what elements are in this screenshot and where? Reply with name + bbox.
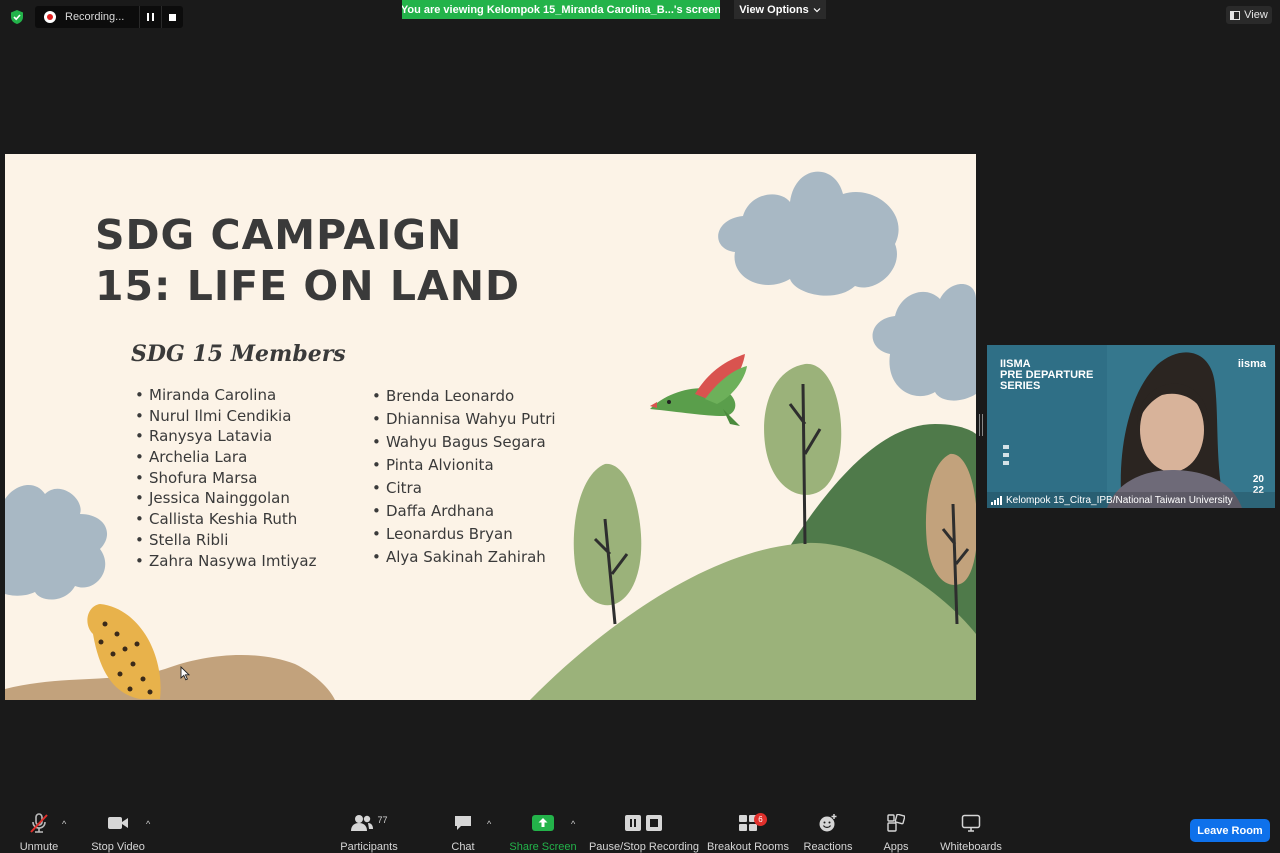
view-label: View — [1244, 9, 1268, 21]
stop-video-label: Stop Video — [91, 841, 145, 853]
connection-signal-icon — [991, 495, 1002, 505]
stop-icon — [169, 13, 176, 21]
meeting-toolbar: Unmute ^ Stop Video ^ 77 Participants Ch… — [0, 806, 1280, 853]
chat-bubble-icon — [453, 812, 473, 834]
share-screen-button[interactable]: Share Screen — [509, 806, 577, 853]
video-camera-icon — [107, 812, 129, 834]
brown-hill — [5, 654, 335, 700]
slide-title-line2: 15: LIFE ON LAND — [95, 262, 521, 310]
breakout-rooms-button[interactable]: 6 Breakout Rooms — [707, 806, 789, 853]
breakout-badge: 6 — [754, 813, 767, 826]
pause-recording-button[interactable] — [139, 6, 161, 28]
member-item: Dhiannisa Wahyu Putri — [372, 408, 556, 431]
layout-icon — [1230, 10, 1241, 20]
view-options-label: View Options — [739, 3, 809, 16]
member-item: Miranda Carolina — [135, 385, 316, 406]
stop-video-button[interactable]: Stop Video — [88, 806, 148, 853]
reactions-button[interactable]: Reactions — [803, 806, 853, 853]
chat-options-caret[interactable]: ^ — [487, 819, 491, 829]
members-list-right: Brenda Leonardo Dhiannisa Wahyu Putri Wa… — [372, 385, 556, 569]
participant-name: Kelompok 15_Citra_IPB/National Taiwan Un… — [1006, 494, 1233, 506]
cloud-top-right — [718, 171, 899, 296]
member-item: Ranysya Latavia — [135, 426, 316, 447]
apps-button[interactable]: Apps — [878, 806, 914, 853]
recording-label: Pause/Stop Recording — [588, 841, 700, 853]
whiteboards-label: Whiteboards — [940, 841, 1002, 853]
video-options-caret[interactable]: ^ — [146, 819, 150, 829]
video-title-line3: SERIES — [1000, 380, 1041, 392]
view-options-button[interactable]: View Options — [734, 0, 826, 19]
video-banner-title: IISMA PRE DEPARTURE SERIES — [1000, 359, 1093, 392]
chat-label: Chat — [451, 841, 475, 853]
shared-screen-slide: SDG CAMPAIGN 15: LIFE ON LAND SDG 15 Mem… — [5, 154, 976, 700]
slide-title-line1: SDG CAMPAIGN — [95, 211, 463, 259]
participants-button[interactable]: 77 Participants — [338, 806, 400, 853]
member-item: Callista Keshia Ruth — [135, 509, 316, 530]
member-item: Jessica Nainggolan — [135, 488, 316, 509]
recording-controls-icon — [624, 812, 664, 834]
panel-resize-handle[interactable] — [979, 414, 983, 436]
slide-title: SDG CAMPAIGN 15: LIFE ON LAND — [95, 210, 520, 312]
member-item: Pinta Alvionita — [372, 454, 556, 477]
member-item: Brenda Leonardo — [372, 385, 556, 408]
viewing-screen-banner: You are viewing Kelompok 15_Miranda Caro… — [402, 0, 720, 19]
share-screen-label: Share Screen — [509, 841, 577, 853]
audio-options-caret[interactable]: ^ — [62, 819, 66, 829]
participants-label: Participants — [340, 841, 398, 853]
share-screen-icon — [532, 812, 554, 834]
share-options-caret[interactable]: ^ — [571, 819, 575, 829]
unmute-button[interactable]: Unmute — [14, 806, 64, 853]
pause-icon — [147, 13, 154, 21]
member-item: Wahyu Bagus Segara — [372, 431, 556, 454]
zoom-meeting-window: Recording... You are viewing Kelompok 15… — [0, 0, 1280, 853]
whiteboards-button[interactable]: Whiteboards — [938, 806, 1004, 853]
whiteboard-icon — [961, 812, 981, 834]
member-item: Shofura Marsa — [135, 468, 316, 489]
mouse-cursor-icon — [180, 666, 190, 681]
chat-button[interactable]: Chat — [446, 806, 480, 853]
parrot-illustration — [650, 354, 747, 426]
member-item: Nurul Ilmi Cendikia — [135, 406, 316, 427]
cloud-left — [5, 484, 108, 600]
apps-label: Apps — [883, 841, 909, 853]
recording-status-text: Recording... — [65, 11, 125, 23]
member-item: Stella Ribli — [135, 530, 316, 551]
participants-icon: 77 — [350, 812, 388, 834]
member-item: Zahra Nasywa Imtiyaz — [135, 551, 316, 572]
breakout-label: Breakout Rooms — [707, 841, 789, 853]
reactions-label: Reactions — [803, 841, 853, 853]
member-item: Citra — [372, 477, 556, 500]
participant-name-label: Kelompok 15_Citra_IPB/National Taiwan Un… — [987, 492, 1275, 508]
recording-indicator: Recording... — [35, 6, 183, 28]
members-heading: SDG 15 Members — [131, 341, 346, 367]
security-shield-icon[interactable] — [9, 9, 25, 25]
cloud-right — [872, 284, 976, 401]
apps-icon — [887, 812, 905, 834]
chevron-down-icon — [813, 7, 821, 12]
breakout-rooms-icon: 6 — [738, 812, 767, 834]
member-item: Alya Sakinah Zahirah — [372, 546, 556, 569]
unmute-label: Unmute — [19, 841, 59, 853]
stop-recording-button[interactable] — [161, 6, 183, 28]
members-list-left: Miranda Carolina Nurul Ilmi Cendikia Ran… — [135, 385, 316, 571]
member-item: Daffa Ardhana — [372, 500, 556, 523]
smiley-add-icon — [818, 812, 838, 834]
leave-room-button[interactable]: Leave Room — [1190, 819, 1270, 842]
iisma-logo: iisma — [1237, 358, 1266, 370]
participant-video-tile[interactable]: IISMA PRE DEPARTURE SERIES iisma 20 22 K… — [987, 345, 1275, 508]
muted-microphone-icon — [28, 812, 50, 834]
recording-dot-icon — [44, 11, 56, 23]
year-line1: 20 — [1252, 474, 1264, 485]
view-layout-button[interactable]: View — [1226, 6, 1272, 24]
member-item: Leonardus Bryan — [372, 523, 556, 546]
pause-stop-recording-button[interactable]: Pause/Stop Recording — [588, 806, 700, 853]
participants-count: 77 — [377, 815, 388, 825]
member-item: Archelia Lara — [135, 447, 316, 468]
